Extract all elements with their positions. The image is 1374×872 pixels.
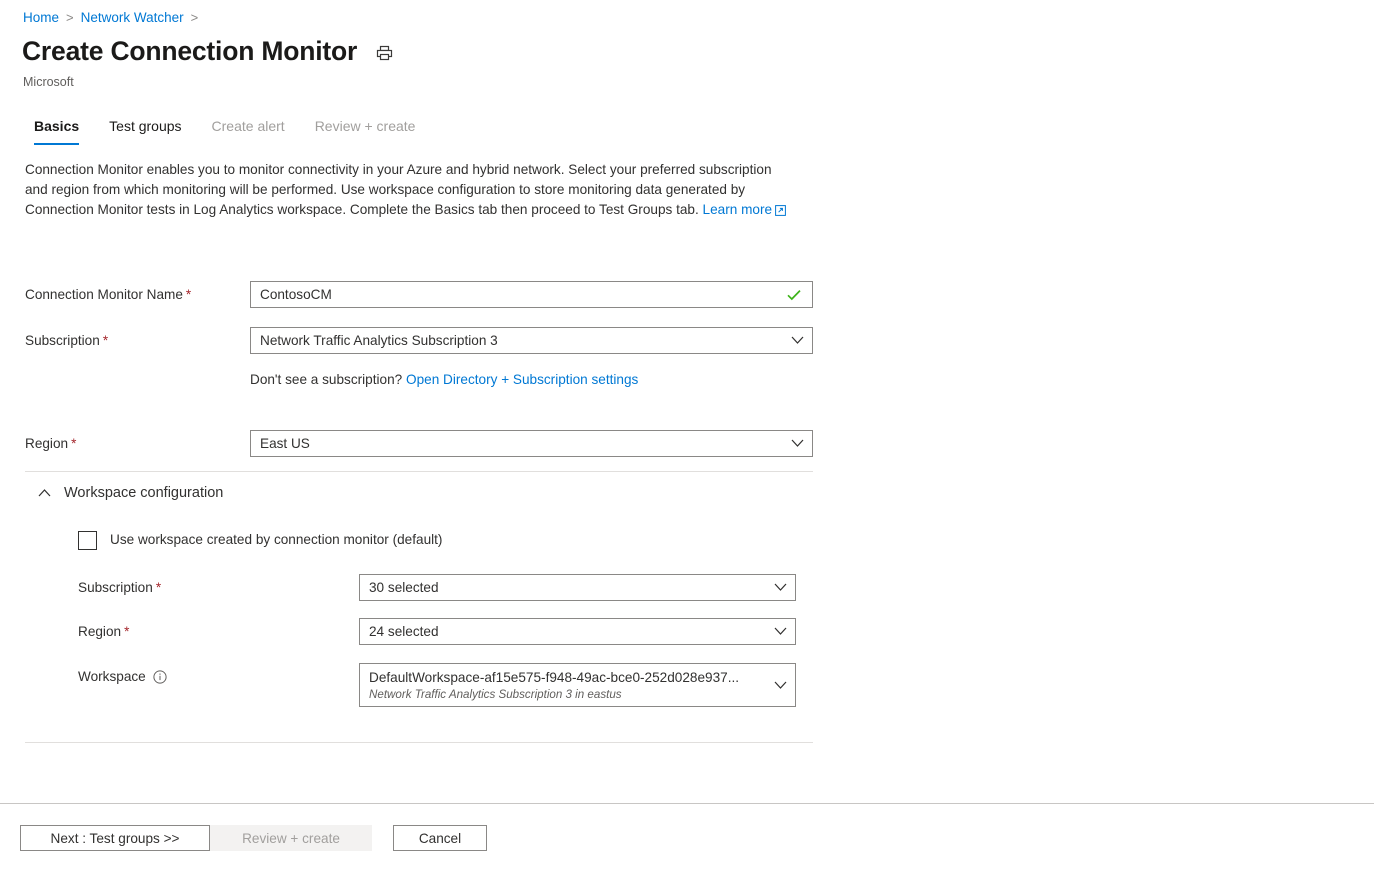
workspace-label: Workspace <box>78 663 359 687</box>
checkmark-icon <box>784 289 804 301</box>
required-asterisk: * <box>186 287 191 302</box>
workspace-subscription-label: Subscription* <box>78 574 359 598</box>
external-link-icon[interactable] <box>775 202 786 222</box>
cancel-button[interactable]: Cancel <box>393 825 487 851</box>
workspace-dropdown[interactable]: DefaultWorkspace-af15e575-f948-49ac-bce0… <box>359 663 796 707</box>
page-header: Create Connection Monitor <box>22 34 395 68</box>
region-label: Region* <box>25 430 250 454</box>
workspace-region-dropdown[interactable]: 24 selected <box>359 618 796 645</box>
field-workspace-subscription: Subscription* 30 selected <box>78 574 796 601</box>
required-asterisk: * <box>103 333 108 348</box>
section-divider-bottom <box>25 742 813 743</box>
page-title: Create Connection Monitor <box>22 34 357 68</box>
field-subscription: Subscription* Network Traffic Analytics … <box>25 327 813 354</box>
page-description: Connection Monitor enables you to monito… <box>25 160 787 222</box>
info-icon[interactable] <box>153 670 167 684</box>
subscription-value: Network Traffic Analytics Subscription 3 <box>260 332 786 350</box>
region-value: East US <box>260 435 786 453</box>
required-asterisk: * <box>71 436 76 451</box>
breadcrumb-separator: > <box>63 8 77 28</box>
workspace-subscription-dropdown[interactable]: 30 selected <box>359 574 796 601</box>
use-default-workspace-checkbox-row[interactable]: Use workspace created by connection moni… <box>78 530 442 550</box>
field-workspace: Workspace DefaultWorkspace-af15e575-f948… <box>78 663 796 707</box>
tab-review-create[interactable]: Review + create <box>300 112 431 145</box>
breadcrumb-item-home[interactable]: Home <box>19 8 63 28</box>
breadcrumb-separator: > <box>188 8 202 28</box>
connection-monitor-name-input[interactable]: ContosoCM <box>250 281 813 308</box>
use-default-workspace-label: Use workspace created by connection moni… <box>110 530 442 550</box>
connection-monitor-name-label: Connection Monitor Name* <box>25 281 250 305</box>
workspace-region-label: Region* <box>78 618 359 642</box>
field-workspace-region: Region* 24 selected <box>78 618 796 645</box>
page-subtitle: Microsoft <box>23 74 74 90</box>
printer-icon[interactable] <box>373 42 395 64</box>
learn-more-link[interactable]: Learn more <box>703 202 773 217</box>
connection-monitor-name-value: ContosoCM <box>260 286 784 304</box>
region-dropdown[interactable]: East US <box>250 430 813 457</box>
open-directory-subscription-settings-link[interactable]: Open Directory + Subscription settings <box>406 372 638 387</box>
workspace-region-value: 24 selected <box>369 623 769 641</box>
subscription-label: Subscription* <box>25 327 250 351</box>
workspace-subscription-value: 30 selected <box>369 579 769 597</box>
tab-basics[interactable]: Basics <box>25 112 94 145</box>
workspace-configuration-section-header[interactable]: Workspace configuration <box>37 483 223 503</box>
subscription-hint: Don't see a subscription? Open Directory… <box>250 370 638 390</box>
next-test-groups-button[interactable]: Next : Test groups >> <box>20 825 210 851</box>
use-default-workspace-checkbox[interactable] <box>78 531 97 550</box>
breadcrumb: Home > Network Watcher > <box>19 8 201 28</box>
review-create-button[interactable]: Review + create <box>210 825 372 851</box>
workspace-value: DefaultWorkspace-af15e575-f948-49ac-bce0… <box>369 669 769 687</box>
chevron-down-icon <box>786 336 808 345</box>
required-asterisk: * <box>156 580 161 595</box>
workspace-subtext: Network Traffic Analytics Subscription 3… <box>369 687 769 702</box>
workspace-configuration-title: Workspace configuration <box>64 483 223 503</box>
subscription-dropdown[interactable]: Network Traffic Analytics Subscription 3 <box>250 327 813 354</box>
create-connection-monitor-page: Home > Network Watcher > Create Connecti… <box>0 0 1374 872</box>
tab-create-alert[interactable]: Create alert <box>197 112 300 145</box>
footer-divider <box>0 803 1374 804</box>
tab-test-groups[interactable]: Test groups <box>94 112 196 145</box>
chevron-down-icon <box>769 664 791 706</box>
tab-bar: Basics Test groups Create alert Review +… <box>25 112 430 145</box>
field-region: Region* East US <box>25 430 813 457</box>
chevron-down-icon <box>786 439 808 448</box>
field-connection-monitor-name: Connection Monitor Name* ContosoCM <box>25 281 813 308</box>
description-text: Connection Monitor enables you to monito… <box>25 162 772 217</box>
footer-action-bar: Next : Test groups >> Review + create Ca… <box>20 825 487 851</box>
required-asterisk: * <box>124 624 129 639</box>
chevron-down-icon <box>769 627 791 636</box>
chevron-down-icon <box>769 583 791 592</box>
subscription-hint-text: Don't see a subscription? <box>250 372 402 387</box>
chevron-up-icon <box>37 486 51 500</box>
breadcrumb-item-network-watcher[interactable]: Network Watcher <box>77 8 188 28</box>
section-divider-top <box>25 471 813 472</box>
